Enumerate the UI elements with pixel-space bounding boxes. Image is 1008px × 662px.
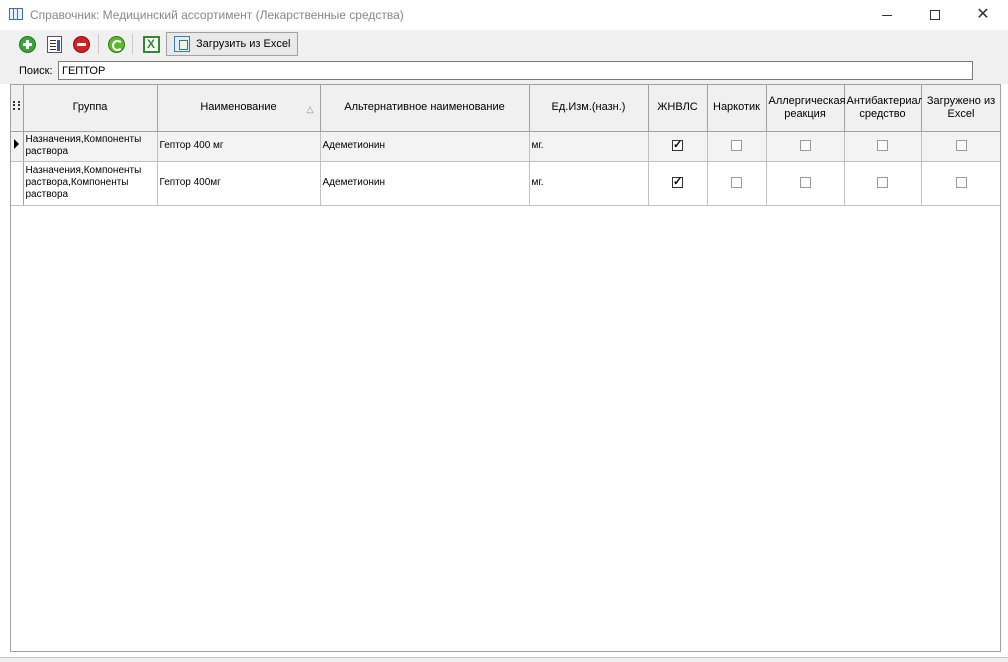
import-icon <box>174 36 190 52</box>
cell-antibacterial <box>844 131 922 162</box>
load-from-excel-label: Загрузить из Excel <box>196 38 291 50</box>
column-header-name[interactable]: Наименование △ <box>157 85 321 132</box>
list-icon <box>13 101 21 111</box>
narcotic-checkbox[interactable] <box>731 139 742 151</box>
delete-button[interactable] <box>70 33 92 55</box>
close-button[interactable]: ✕ <box>960 0 1006 30</box>
cell-narcotic <box>707 131 767 162</box>
column-chooser-button[interactable] <box>11 85 24 132</box>
cell-alt-name[interactable]: Адеметионин <box>320 161 530 206</box>
maximize-icon <box>930 10 940 20</box>
column-header-allergy[interactable]: Аллергическая реакция <box>766 85 846 132</box>
add-icon <box>18 35 36 53</box>
toolbar: X Загрузить из Excel <box>0 30 1008 58</box>
data-grid[interactable]: Группа Наименование △ Альтернативное наим… <box>10 84 1001 652</box>
antibacterial-checkbox[interactable] <box>877 139 888 151</box>
row-selector[interactable] <box>11 161 24 206</box>
excel-icon: X <box>142 35 160 53</box>
allergy-checkbox[interactable] <box>799 139 811 151</box>
search-row: Поиск: <box>0 58 1008 84</box>
search-label: Поиск: <box>19 65 53 77</box>
cell-unit[interactable]: мг. <box>529 161 649 206</box>
current-row-arrow-icon <box>14 139 20 149</box>
cell-alt-name[interactable]: Адеметионин <box>320 131 530 162</box>
from-excel-checkbox[interactable] <box>955 176 967 188</box>
load-from-excel-button[interactable]: Загрузить из Excel <box>166 32 298 56</box>
column-header-alt-name[interactable]: Альтернативное наименование <box>320 85 530 132</box>
cell-name[interactable]: Гептор 400 мг <box>157 131 321 162</box>
table-icon <box>9 8 23 20</box>
minimize-button[interactable] <box>864 0 910 30</box>
add-button[interactable] <box>16 33 38 55</box>
cell-allergy <box>766 161 845 206</box>
cell-from-excel <box>921 161 1000 206</box>
window-title: Справочник: Медицинский ассортимент (Лек… <box>30 8 404 22</box>
column-header-from-excel[interactable]: Загружено из Excel <box>921 85 1000 132</box>
refresh-button[interactable] <box>105 33 127 55</box>
column-header-antibacterial[interactable]: Антибактериальное средство <box>844 85 948 132</box>
cell-group[interactable]: Назначения,Компоненты раствора,Компонент… <box>23 161 158 206</box>
toolbar-separator <box>132 34 133 54</box>
cell-zhnvls <box>648 161 708 206</box>
search-input[interactable] <box>58 61 973 80</box>
title-bar: Справочник: Медицинский ассортимент (Лек… <box>0 0 1008 30</box>
cell-antibacterial <box>844 161 922 206</box>
sort-ascending-icon: △ <box>306 104 314 114</box>
maximize-button[interactable] <box>912 0 958 30</box>
cell-from-excel <box>921 131 1000 162</box>
cell-group[interactable]: Назначения,Компоненты раствора <box>23 131 158 162</box>
grid-table: Группа Наименование △ Альтернативное наим… <box>11 85 1000 206</box>
cell-allergy <box>766 131 845 162</box>
minimize-icon <box>882 14 892 16</box>
excel-button[interactable]: X <box>140 33 162 55</box>
table-row[interactable]: Назначения,Компоненты раствора Гептор 40… <box>11 131 1000 162</box>
window-bottom-edge <box>0 657 1008 662</box>
from-excel-checkbox[interactable] <box>955 139 967 151</box>
row-selector[interactable] <box>11 131 24 162</box>
column-header-unit[interactable]: Ед.Изм.(назн.) <box>529 85 649 132</box>
zhnvls-checkbox[interactable] <box>672 176 683 189</box>
column-header-name-label: Наименование <box>200 101 277 114</box>
cell-name[interactable]: Гептор 400мг <box>157 161 321 206</box>
close-icon: ✕ <box>976 6 990 23</box>
edit-icon <box>46 35 62 53</box>
column-header-group[interactable]: Группа <box>23 85 158 132</box>
narcotic-checkbox[interactable] <box>731 176 742 188</box>
antibacterial-checkbox[interactable] <box>877 176 888 188</box>
refresh-icon <box>107 35 125 53</box>
allergy-checkbox[interactable] <box>799 176 811 188</box>
column-header-zhnvls[interactable]: ЖНВЛС <box>648 85 708 132</box>
column-header-narcotic[interactable]: Наркотик <box>707 85 767 132</box>
header-row: Группа Наименование △ Альтернативное наим… <box>11 85 1000 132</box>
toolbar-separator <box>98 34 99 54</box>
cell-zhnvls <box>648 131 708 162</box>
delete-icon <box>72 35 90 53</box>
cell-unit[interactable]: мг. <box>529 131 649 162</box>
cell-narcotic <box>707 161 767 206</box>
zhnvls-checkbox[interactable] <box>672 139 683 152</box>
table-row[interactable]: Назначения,Компоненты раствора,Компонент… <box>11 161 1000 206</box>
edit-button[interactable] <box>43 33 65 55</box>
